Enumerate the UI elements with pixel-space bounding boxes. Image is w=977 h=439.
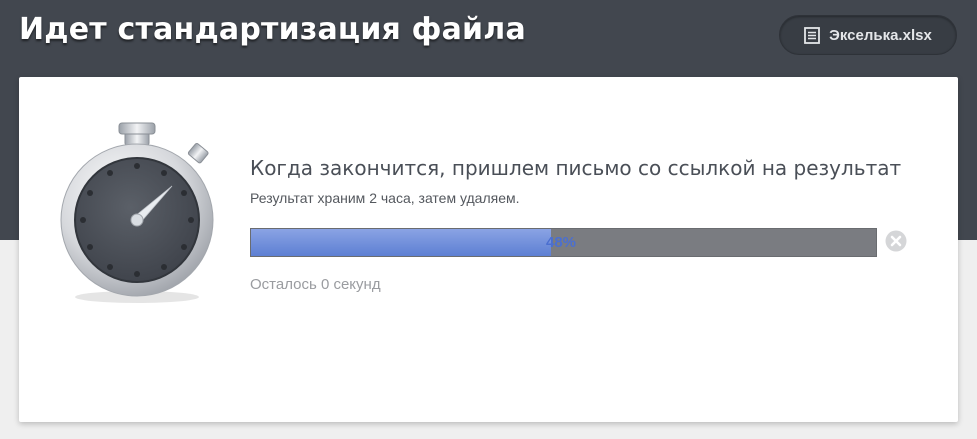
cancel-button[interactable]: [885, 230, 907, 252]
stopwatch-icon: [55, 119, 225, 310]
file-name-label: Экселька.xlsx: [829, 26, 932, 44]
progress-bar: 48%: [250, 228, 877, 257]
close-circle-icon: [885, 230, 907, 256]
progress-percent-label: 48%: [546, 234, 577, 251]
retention-note: Результат храним 2 часа, затем удаляем.: [250, 190, 520, 206]
time-remaining: Осталось 0 секунд: [250, 276, 381, 293]
status-card: Когда закончится, пришлем письмо со ссыл…: [19, 77, 958, 422]
document-icon: [804, 26, 821, 44]
file-name-button[interactable]: Экселька.xlsx: [779, 15, 957, 55]
page-title: Идет стандартизация файла: [19, 12, 526, 47]
progress-fill: [251, 229, 551, 256]
status-headline: Когда закончится, пришлем письмо со ссыл…: [250, 156, 902, 180]
